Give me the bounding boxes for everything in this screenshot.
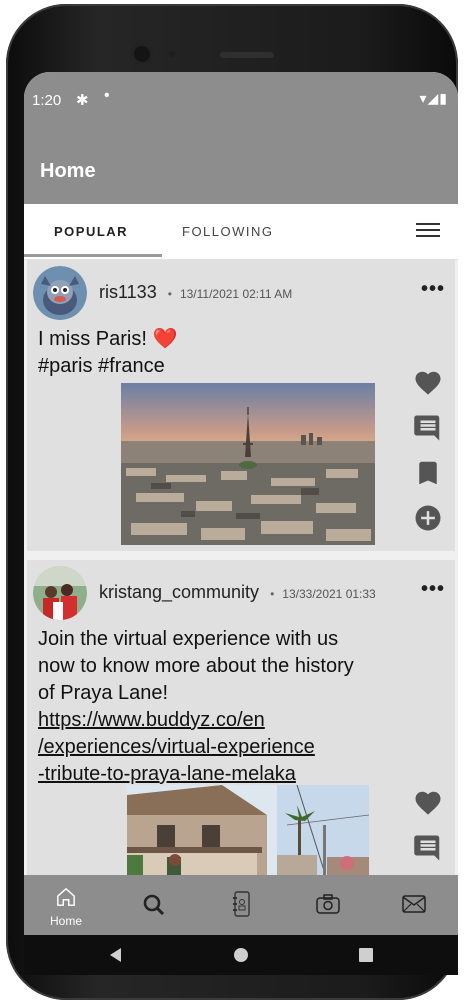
sensor	[169, 51, 175, 57]
nav-contacts[interactable]	[222, 887, 262, 921]
settings-status-icon: ✱	[76, 92, 89, 109]
username[interactable]: ris1133	[99, 282, 157, 302]
post-link[interactable]: https://www.buddyz.co/en	[38, 707, 354, 734]
post-date: 13/33/2021 01:33	[282, 587, 376, 601]
app-bar: Home	[24, 140, 458, 204]
post-header: kristang_community • 13/33/2021 01:33	[99, 582, 376, 603]
page-title: Home	[40, 160, 96, 182]
post-text-line: I miss Paris! ❤️	[38, 328, 178, 350]
like-heart-icon[interactable]	[413, 368, 443, 398]
active-tab-indicator	[24, 254, 162, 257]
status-bar: 1:20 ✱ • ▾◢▮	[24, 72, 458, 140]
post-feed[interactable]: ris1133 • 13/11/2021 02:11 AM ••• I miss…	[24, 260, 458, 875]
post-hashtags[interactable]: #paris #france	[38, 353, 177, 380]
bottom-navigation: Home	[24, 875, 458, 935]
comment-icon[interactable]	[413, 413, 443, 443]
status-time: 1:20	[32, 92, 62, 109]
post-text-line: now to know more about the history	[38, 655, 354, 677]
username[interactable]: kristang_community	[99, 582, 259, 602]
avatar[interactable]	[33, 566, 87, 620]
tab-following[interactable]: FOLLOWING	[182, 224, 274, 239]
nav-camera[interactable]	[308, 887, 348, 921]
post-header: ris1133 • 13/11/2021 02:11 AM	[99, 282, 292, 303]
back-triangle-icon[interactable]	[108, 947, 124, 963]
post-actions	[413, 788, 447, 875]
contacts-book-icon	[233, 891, 250, 917]
hamburger-menu-icon[interactable]	[416, 219, 440, 239]
nav-messages[interactable]	[394, 887, 434, 921]
more-options-icon[interactable]: •••	[421, 278, 445, 301]
post-actions	[413, 368, 447, 548]
separator-dot: •	[167, 287, 172, 301]
recents-square-icon[interactable]	[358, 947, 374, 963]
nav-home[interactable]: Home	[46, 887, 86, 928]
home-circle-icon[interactable]	[233, 947, 249, 963]
nav-home-label: Home	[49, 914, 82, 928]
post-card: kristang_community • 13/33/2021 01:33 ••…	[27, 560, 455, 875]
post-text: I miss Paris! ❤️ #paris #france	[38, 326, 177, 380]
more-options-icon[interactable]: •••	[421, 578, 445, 601]
post-link[interactable]: /experiences/virtual-experience	[38, 734, 354, 761]
separator-dot: •	[270, 587, 275, 601]
mail-icon	[402, 895, 426, 913]
signal-battery-icons: ▾◢▮	[419, 90, 448, 106]
comment-icon[interactable]	[413, 833, 443, 863]
avatar[interactable]	[33, 266, 87, 320]
tab-popular[interactable]: POPULAR	[54, 224, 128, 239]
post-link[interactable]: -tribute-to-praya-lane-melaka	[38, 761, 354, 788]
earpiece-speaker	[220, 52, 274, 58]
bookmark-icon[interactable]	[413, 458, 443, 488]
post-text-line: of Praya Lane!	[38, 682, 169, 704]
post-image[interactable]	[127, 785, 369, 875]
front-camera	[134, 46, 150, 62]
feed-tabs: POPULAR FOLLOWING	[24, 204, 458, 260]
post-text-line: Join the virtual experience with us	[38, 628, 339, 650]
post-image[interactable]	[121, 383, 375, 545]
post-date: 13/11/2021 02:11 AM	[179, 287, 293, 301]
search-icon	[143, 894, 165, 916]
home-icon	[57, 887, 75, 906]
like-heart-icon[interactable]	[413, 788, 443, 818]
system-navigation-bar	[24, 935, 458, 975]
add-circle-icon[interactable]	[413, 503, 443, 533]
camera-icon	[316, 894, 340, 914]
notification-dot-icon: •	[104, 87, 110, 104]
post-card: ris1133 • 13/11/2021 02:11 AM ••• I miss…	[27, 260, 455, 551]
app-screen: 1:20 ✱ • ▾◢▮ Home POPULAR FOLLOWING ris1…	[24, 72, 458, 966]
post-text: Join the virtual experience with us now …	[38, 626, 354, 788]
nav-search[interactable]	[134, 887, 174, 921]
